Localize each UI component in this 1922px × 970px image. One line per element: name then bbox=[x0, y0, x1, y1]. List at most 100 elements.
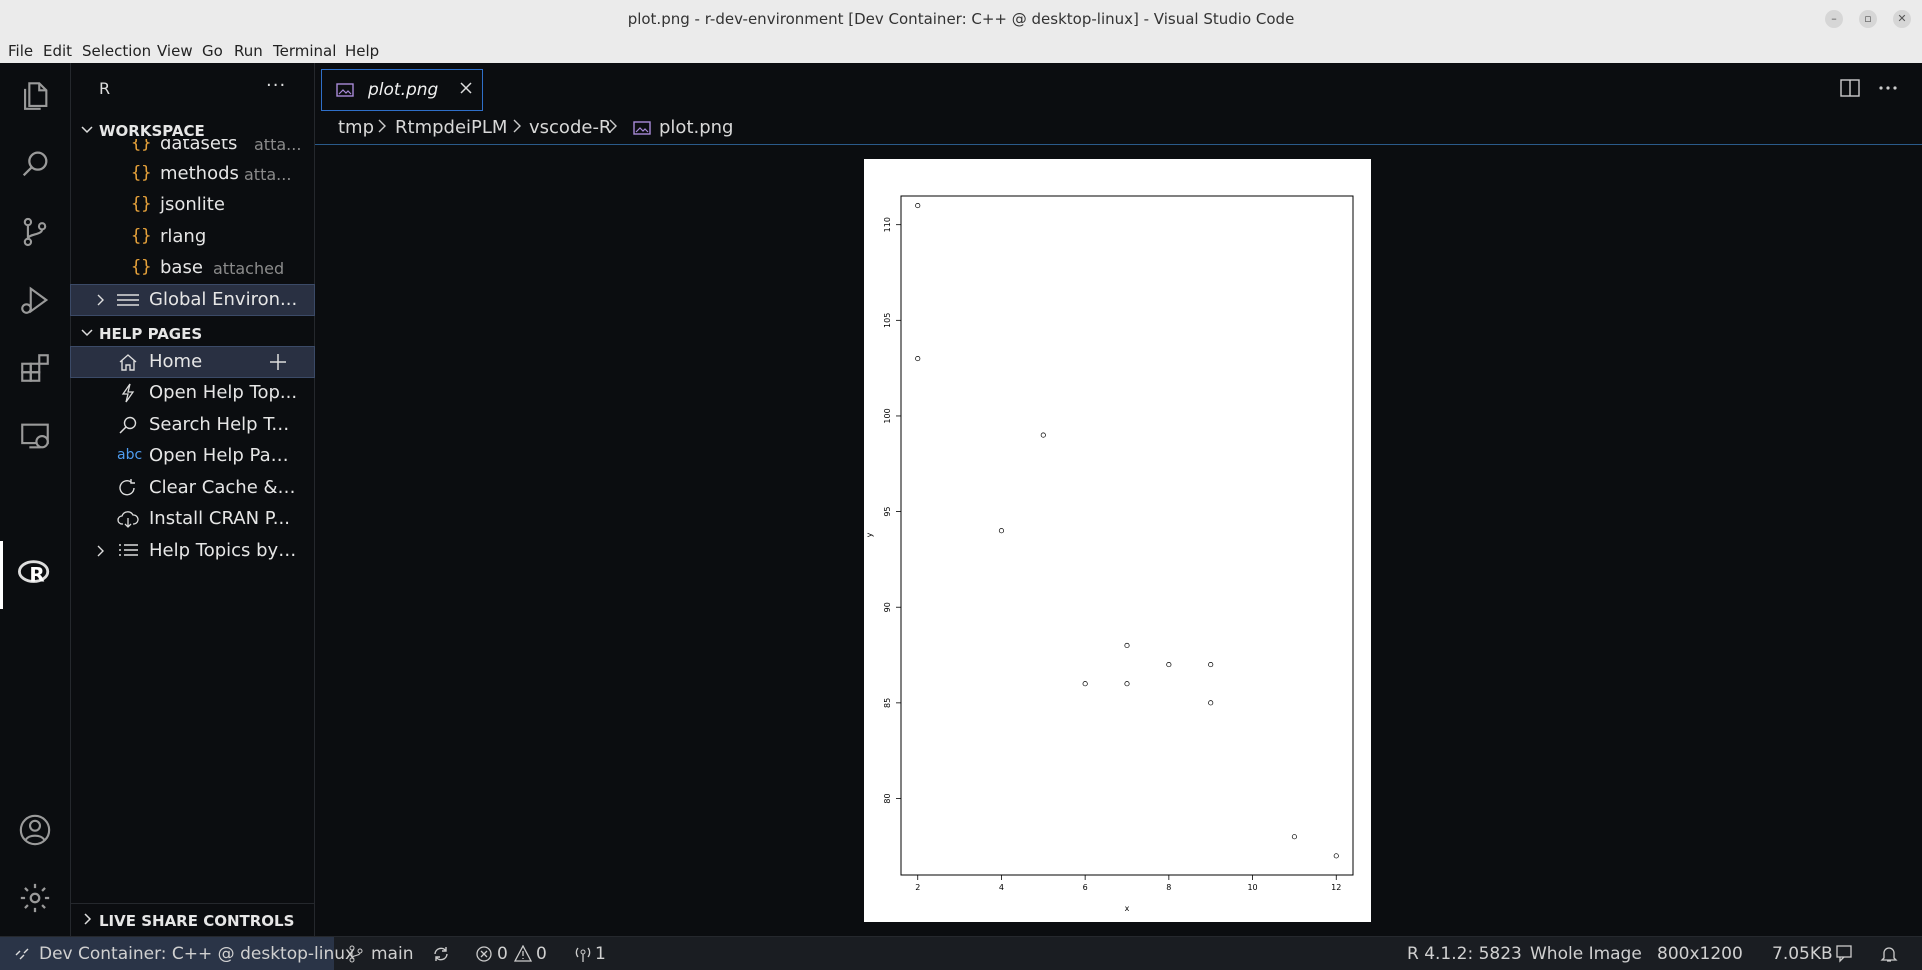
settings-gear-icon[interactable] bbox=[12, 875, 58, 921]
refresh-icon bbox=[119, 479, 135, 496]
chevron-right-icon bbox=[97, 294, 104, 306]
home-icon bbox=[119, 354, 137, 371]
notifications-bell-icon[interactable] bbox=[1880, 945, 1898, 963]
breadcrumb-rtmp[interactable]: RtmpdeiPLM bbox=[395, 117, 507, 138]
breadcrumb-plot-png[interactable]: plot.png bbox=[659, 117, 733, 138]
help-item-install-cran[interactable]: Install CRAN P... bbox=[71, 504, 314, 534]
more-actions-icon[interactable] bbox=[1877, 77, 1899, 99]
help-item-open-help-topic[interactable]: Open Help Top... bbox=[71, 378, 314, 408]
menu-edit[interactable]: Edit bbox=[43, 42, 72, 60]
explorer-icon[interactable] bbox=[12, 73, 58, 119]
add-icon[interactable] bbox=[269, 353, 287, 371]
namespace-icon: {} bbox=[131, 139, 152, 153]
accounts-icon[interactable] bbox=[12, 807, 58, 853]
workspace-item-jsonlite[interactable]: {} jsonlite bbox=[71, 190, 314, 220]
breadcrumb: tmp RtmpdeiPLM vscode-R plot.png bbox=[315, 111, 1922, 145]
help-item-label: Clear Cache & ... bbox=[149, 477, 299, 498]
live-share-section-header[interactable]: LIVE SHARE CONTROLS bbox=[71, 906, 314, 934]
menu-selection[interactable]: Selection bbox=[82, 42, 151, 60]
x-tick-label: 12 bbox=[1331, 883, 1341, 892]
error-count[interactable]: 0 bbox=[497, 944, 508, 964]
help-item-label: Install CRAN P... bbox=[149, 508, 290, 529]
workspace-item-datasets[interactable]: {} datasets atta... bbox=[71, 139, 314, 159]
item-name: jsonlite bbox=[160, 194, 225, 215]
y-tick-label: 90 bbox=[883, 602, 892, 612]
workspace-item-methods[interactable]: {} methods atta... bbox=[71, 159, 314, 189]
minimize-button[interactable]: – bbox=[1825, 10, 1843, 28]
editor-tab-bar: plot.png bbox=[315, 63, 1922, 111]
list-icon bbox=[119, 544, 138, 556]
chevron-right-icon bbox=[97, 545, 104, 557]
r-version[interactable]: R 4.1.2: 5823 bbox=[1407, 944, 1522, 964]
help-item-clear-cache[interactable]: Clear Cache & ... bbox=[71, 473, 314, 503]
workspace-item-rlang[interactable]: {} rlang bbox=[71, 222, 314, 252]
global-environment-item[interactable]: Global Environ... bbox=[70, 284, 315, 316]
help-pages-section-header[interactable]: HELP PAGES bbox=[71, 319, 314, 347]
chevron-right-icon bbox=[609, 119, 617, 133]
namespace-icon: {} bbox=[131, 163, 152, 183]
source-control-icon[interactable] bbox=[12, 209, 58, 255]
data-point bbox=[915, 356, 921, 362]
more-actions-button[interactable]: ··· bbox=[266, 75, 286, 96]
workspace-item-base[interactable]: {} base attached bbox=[71, 253, 314, 283]
menu-file[interactable]: File bbox=[8, 42, 33, 60]
help-item-topics-by-package[interactable]: Help Topics by ... bbox=[71, 536, 314, 566]
y-tick-label: 110 bbox=[883, 217, 892, 232]
close-icon[interactable] bbox=[458, 80, 474, 96]
search-icon[interactable] bbox=[12, 141, 58, 187]
help-item-label: Open Help Pag... bbox=[149, 445, 299, 466]
help-item-open-help-page[interactable]: abc Open Help Pag... bbox=[71, 441, 314, 471]
cloud-download-icon bbox=[117, 511, 139, 528]
branch-name[interactable]: main bbox=[371, 944, 413, 964]
y-tick-label: 105 bbox=[883, 313, 892, 328]
plot-frame bbox=[900, 195, 1354, 876]
menu-go[interactable]: Go bbox=[202, 42, 223, 60]
split-editor-icon[interactable] bbox=[1839, 77, 1861, 99]
data-point bbox=[1291, 834, 1297, 840]
r-icon[interactable]: R bbox=[12, 550, 58, 596]
breadcrumb-tmp[interactable]: tmp bbox=[338, 117, 374, 138]
abc-icon: abc bbox=[117, 447, 143, 463]
menu-view[interactable]: View bbox=[157, 42, 193, 60]
namespace-icon: {} bbox=[131, 194, 152, 214]
activity-bar: R bbox=[0, 63, 71, 936]
menu-terminal[interactable]: Terminal bbox=[273, 42, 336, 60]
sidebar-title: R bbox=[99, 79, 111, 98]
run-debug-icon[interactable] bbox=[12, 277, 58, 323]
remote-explorer-icon[interactable] bbox=[12, 413, 58, 459]
help-pages-label: HELP PAGES bbox=[99, 325, 203, 343]
chevron-right-icon bbox=[513, 119, 521, 133]
extensions-icon[interactable] bbox=[12, 345, 58, 391]
r-sidebar: R ··· WORKSPACE {} datasets atta... {} m… bbox=[70, 63, 315, 936]
error-icon bbox=[476, 946, 492, 962]
chevron-down-icon bbox=[81, 329, 93, 337]
close-window-button[interactable]: ✕ bbox=[1893, 10, 1911, 28]
x-tick-label: 10 bbox=[1247, 883, 1257, 892]
status-bar: Dev Container: C++ @ desktop-linux main … bbox=[0, 936, 1922, 970]
warning-count[interactable]: 0 bbox=[536, 944, 547, 964]
data-point bbox=[1333, 853, 1339, 859]
sync-icon[interactable] bbox=[432, 945, 450, 963]
help-item-search-help[interactable]: Search Help To... bbox=[71, 410, 314, 440]
maximize-button[interactable]: ▫ bbox=[1859, 10, 1877, 28]
menu-bar: File Edit Selection View Go Run Terminal… bbox=[0, 39, 1922, 63]
remote-indicator[interactable]: Dev Container: C++ @ desktop-linux bbox=[0, 937, 355, 970]
breadcrumb-vscode-r[interactable]: vscode-R bbox=[529, 117, 611, 138]
search-icon bbox=[119, 416, 137, 434]
workspace-label: WORKSPACE bbox=[99, 122, 205, 140]
namespace-icon: {} bbox=[131, 226, 152, 246]
menu-help[interactable]: Help bbox=[345, 42, 379, 60]
menu-run[interactable]: Run bbox=[234, 42, 263, 60]
x-tick-label: 2 bbox=[915, 883, 920, 892]
tab-label: plot.png bbox=[368, 80, 439, 100]
help-item-label: Help Topics by ... bbox=[149, 540, 299, 561]
plot-image[interactable]: 2 4 6 8 10 12 80 85 90 95 100 105 110 x y bbox=[864, 159, 1371, 922]
data-point bbox=[915, 203, 921, 209]
warning-icon bbox=[514, 945, 532, 962]
zoom-level[interactable]: Whole Image bbox=[1530, 944, 1642, 964]
tab-plot-png[interactable]: plot.png bbox=[321, 69, 483, 111]
feedback-icon[interactable] bbox=[1836, 945, 1856, 963]
window-title: plot.png - r-dev-environment [Dev Contai… bbox=[627, 10, 1295, 28]
ports-count[interactable]: 1 bbox=[595, 944, 606, 964]
help-item-home[interactable]: Home bbox=[70, 346, 315, 378]
